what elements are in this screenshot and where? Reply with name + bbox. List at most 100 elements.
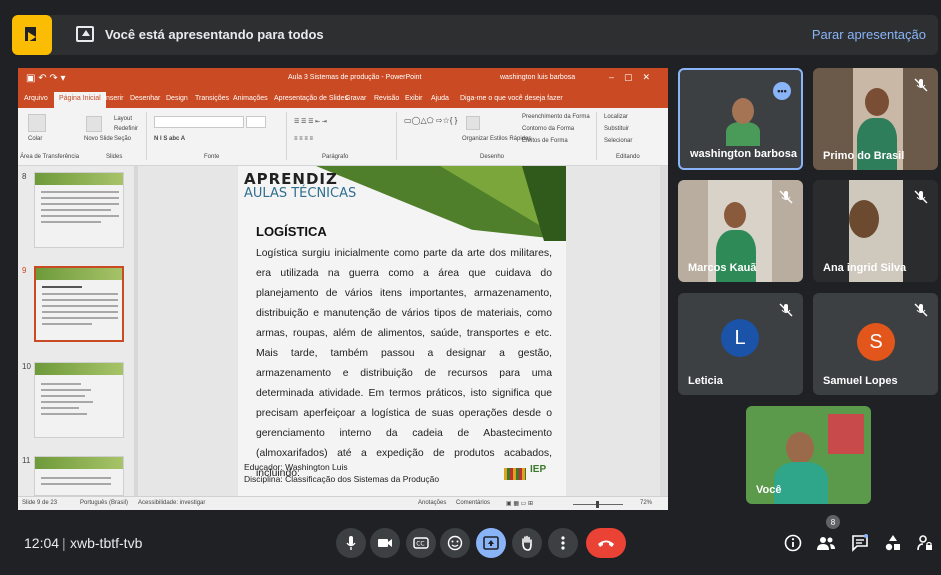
camera-button[interactable] [370, 528, 400, 558]
paragraph-align-icons[interactable]: ≡ ≡ ≡ ≡ [294, 136, 313, 142]
font-size-select[interactable] [246, 116, 266, 128]
select-button[interactable]: Selecionar [604, 138, 632, 144]
layout-button[interactable]: Layout [114, 116, 132, 122]
self-view-tile[interactable]: Você [746, 406, 871, 504]
thumb-number: 11 [22, 456, 31, 465]
tab-inserir[interactable]: Inserir [104, 95, 123, 102]
thumb-line [42, 311, 118, 313]
thumb-line [42, 323, 92, 325]
meet-window: Você está apresentando para todos Parar … [0, 0, 941, 575]
tab-transicoes[interactable]: Transições [195, 95, 229, 102]
shapes-gallery-icon[interactable]: ▭◯△⬠ ⇨☆{ } [404, 116, 457, 125]
section-button[interactable]: Seção [114, 136, 131, 142]
ppt-titlebar: ▣ ↶ ↷ ▾ Aula 3 Sistemas de produção - Po… [18, 68, 668, 90]
participant-video [724, 202, 746, 228]
ppt-ribbon: Colar Novo Slide Layout Redefinir Seção … [18, 108, 668, 166]
more-options-icon[interactable]: ••• [773, 82, 791, 100]
slide-count: Slide 9 de 23 [22, 500, 58, 506]
present-now-button[interactable] [476, 528, 506, 558]
tab-revisao[interactable]: Revisão [374, 95, 399, 102]
thumb-number: 10 [22, 362, 31, 371]
shape-effects-button[interactable]: Efeitos de Forma [522, 138, 568, 144]
leave-call-button[interactable] [586, 528, 626, 558]
thumb-line [41, 221, 101, 223]
participant-name: Leticia [688, 375, 723, 387]
thumb-line [41, 191, 119, 193]
thumb-line [41, 389, 91, 391]
more-vert-icon [561, 536, 565, 550]
shape-outline-button[interactable]: Contorno da Forma [522, 126, 574, 132]
meeting-details-button[interactable] [782, 532, 804, 554]
canvas-scrollbar[interactable] [660, 166, 668, 496]
info-icon [784, 534, 802, 552]
avatar: S [857, 323, 895, 361]
tell-me-search[interactable]: Diga-me o que você deseja fazer [460, 95, 563, 102]
participant-tile-washington[interactable]: ••• washington barbosa [678, 68, 803, 170]
language-status[interactable]: Português (Brasil) [80, 500, 128, 506]
tab-ajuda[interactable]: Ajuda [431, 95, 449, 102]
raise-hand-button[interactable] [512, 528, 542, 558]
participant-video [865, 88, 889, 116]
slide-heading: LOGÍSTICA [256, 224, 327, 239]
view-buttons-icon[interactable]: ▣ ▦ ▭ ⊞ [506, 500, 533, 507]
slide-thumbnail-pane: 8 9 10 11 [18, 166, 138, 496]
reset-button[interactable]: Redefinir [114, 126, 138, 132]
thumb-band [35, 457, 123, 469]
mic-off-icon [914, 190, 928, 204]
font-name-select[interactable] [154, 116, 244, 128]
slide-thumbnail[interactable] [34, 362, 124, 438]
activities-button[interactable] [882, 532, 904, 554]
participant-tile-samuel[interactable]: S Samuel Lopes [813, 293, 938, 395]
paragraph-list-icons[interactable]: ☰ ☰ ☰ ⇤ ⇥ [294, 118, 327, 125]
people-button[interactable] [815, 532, 837, 554]
notes-button[interactable]: Anotações [418, 500, 446, 506]
zoom-slider-handle[interactable] [596, 501, 599, 508]
microphone-icon [346, 536, 356, 550]
participant-video [774, 462, 828, 504]
tab-apresentacao[interactable]: Apresentação de Slides [274, 95, 348, 102]
accessibility-status[interactable]: Acessibilidade: investigar [138, 500, 205, 506]
participant-tile-marcos[interactable]: Marcos Kauã [678, 180, 803, 282]
tab-gravar[interactable]: Gravar [345, 95, 366, 102]
new-slide-icon[interactable] [86, 116, 102, 132]
font-style-icons[interactable]: N I S abc A [154, 136, 185, 142]
arrange-icon[interactable] [466, 116, 480, 130]
zoom-level[interactable]: 72% [640, 500, 652, 506]
chat-button[interactable] [849, 532, 871, 554]
slide-footer-educator: Educador: Washington Luis [244, 462, 348, 472]
window-controls-icon[interactable]: –▢✕ [609, 72, 660, 83]
host-controls-button[interactable] [914, 532, 936, 554]
microphone-button[interactable] [336, 528, 366, 558]
presenting-banner: Você está apresentando para todos Parar … [12, 15, 938, 55]
tab-desenhar[interactable]: Desenhar [130, 95, 160, 102]
stop-presenting-link[interactable]: Parar apresentação [812, 27, 926, 42]
tab-arquivo[interactable]: Arquivo [24, 95, 48, 102]
participant-tile-leticia[interactable]: L Leticia [678, 293, 803, 395]
hang-up-icon [598, 540, 614, 547]
participant-tile-primo[interactable]: Primo do Brasil [813, 68, 938, 170]
present-screen-icon [76, 26, 94, 42]
mic-off-icon [914, 78, 928, 92]
captions-button[interactable]: CC [406, 528, 436, 558]
tab-animacoes[interactable]: Animações [233, 95, 268, 102]
quick-access-toolbar-icon[interactable]: ▣ ↶ ↷ ▾ [26, 73, 66, 84]
tab-design[interactable]: Design [166, 95, 188, 102]
emoji-icon [447, 535, 463, 551]
reactions-button[interactable] [440, 528, 470, 558]
tab-exibir[interactable]: Exibir [405, 95, 423, 102]
more-options-button[interactable] [548, 528, 578, 558]
clock-time: 12:04 [24, 535, 60, 551]
shape-fill-button[interactable]: Preenchimento da Forma [522, 114, 590, 120]
ppt-status-bar: Slide 9 de 23 Português (Brasil) Acessib… [18, 496, 668, 510]
slide-thumbnail[interactable] [34, 172, 124, 248]
comments-button[interactable]: Comentários [456, 500, 490, 506]
tab-pagina-inicial[interactable]: Página Inicial [54, 92, 106, 108]
slide-thumbnail[interactable] [34, 456, 124, 496]
participant-tile-ana[interactable]: Ana ingrid Silva [813, 180, 938, 282]
replace-button[interactable]: Substituir [604, 126, 629, 132]
find-button[interactable]: Localizar [604, 114, 628, 120]
paste-icon[interactable] [28, 114, 46, 132]
people-count-badge: 8 [826, 515, 840, 529]
participant-name: Samuel Lopes [823, 375, 898, 387]
slide-thumbnail-selected[interactable] [34, 266, 124, 342]
